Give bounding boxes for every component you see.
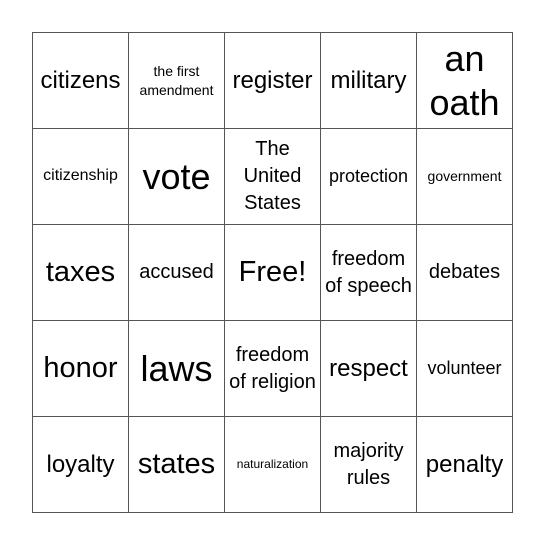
bingo-cell[interactable]: penalty	[417, 417, 513, 513]
bingo-cell[interactable]: an oath	[417, 33, 513, 129]
bingo-cell[interactable]: honor	[33, 321, 129, 417]
bingo-cell[interactable]: freedom of speech	[321, 225, 417, 321]
bingo-cell[interactable]: register	[225, 33, 321, 129]
bingo-cell[interactable]: protection	[321, 129, 417, 225]
free-space-cell[interactable]: Free!	[225, 225, 321, 321]
bingo-cell[interactable]: military	[321, 33, 417, 129]
bingo-cell[interactable]: vote	[129, 129, 225, 225]
bingo-cell[interactable]: taxes	[33, 225, 129, 321]
bingo-board: citizens the first amendment register mi…	[32, 32, 513, 513]
bingo-cell[interactable]: naturalization	[225, 417, 321, 513]
bingo-cell[interactable]: respect	[321, 321, 417, 417]
bingo-cell[interactable]: The United States	[225, 129, 321, 225]
bingo-cell[interactable]: citizens	[33, 33, 129, 129]
bingo-cell[interactable]: states	[129, 417, 225, 513]
bingo-cell[interactable]: government	[417, 129, 513, 225]
bingo-cell[interactable]: accused	[129, 225, 225, 321]
bingo-cell[interactable]: laws	[129, 321, 225, 417]
bingo-cell[interactable]: majority rules	[321, 417, 417, 513]
bingo-cell[interactable]: loyalty	[33, 417, 129, 513]
bingo-cell[interactable]: the first amendment	[129, 33, 225, 129]
bingo-cell[interactable]: freedom of religion	[225, 321, 321, 417]
bingo-cell[interactable]: debates	[417, 225, 513, 321]
bingo-cell[interactable]: citizenship	[33, 129, 129, 225]
bingo-cell[interactable]: volunteer	[417, 321, 513, 417]
